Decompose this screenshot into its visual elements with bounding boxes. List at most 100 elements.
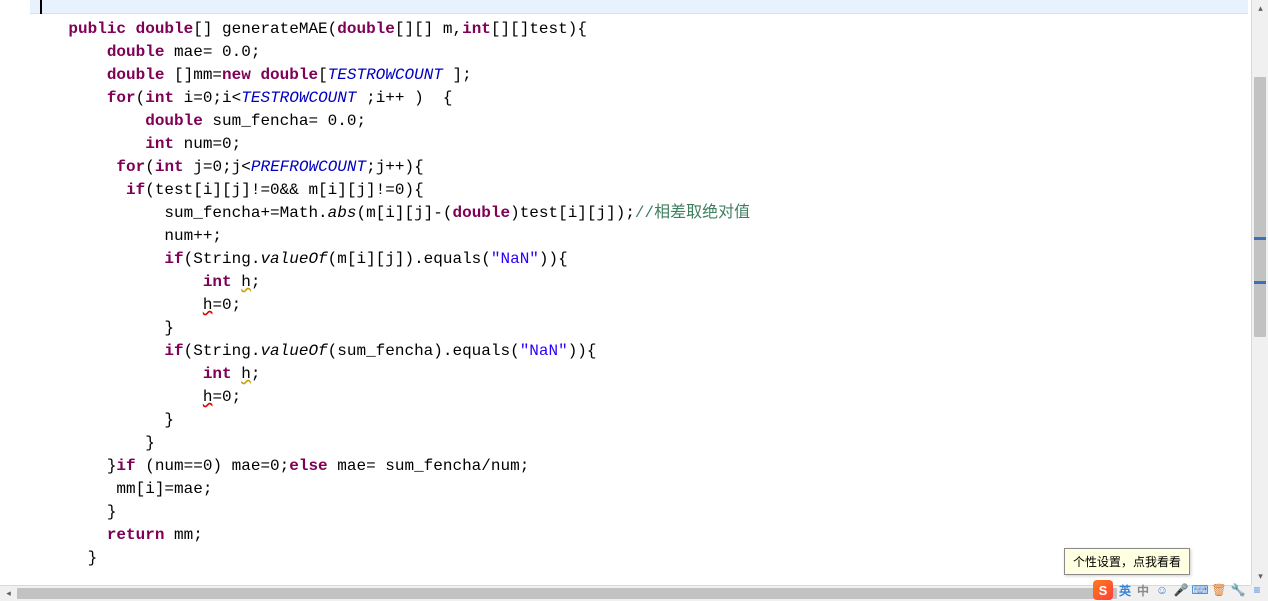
code-token: h <box>203 296 213 314</box>
scroll-up-button[interactable]: ▴ <box>1252 0 1268 17</box>
code-token: [][]test){ <box>491 20 587 38</box>
code-token <box>30 526 107 544</box>
code-token: (test[i][j]!=0&& m[i][j]!=0){ <box>145 181 423 199</box>
code-token: if <box>116 457 135 475</box>
code-token <box>30 66 107 84</box>
code-token: (String. <box>184 342 261 360</box>
code-token <box>30 342 164 360</box>
code-token: sum_fencha+=Math. <box>30 204 328 222</box>
code-token: int <box>462 20 491 38</box>
code-token: (m[i][j]-( <box>356 204 452 222</box>
code-token: )){ <box>539 250 568 268</box>
tool-icon[interactable]: 🔧 <box>1231 583 1245 597</box>
horizontal-scroll-thumb[interactable] <box>17 588 1117 599</box>
code-token: mae= sum_fencha/num; <box>328 457 530 475</box>
code-token <box>232 365 242 383</box>
ime-icon-group: ☺ 🎤 ⌨ 🗑 🔧 ≡ <box>1155 583 1264 597</box>
code-token <box>30 365 203 383</box>
code-token: double <box>107 43 165 61</box>
code-token: "NaN" <box>520 342 568 360</box>
code-token <box>30 158 116 176</box>
code-token: new <box>222 66 251 84</box>
vertical-scroll-thumb[interactable] <box>1254 77 1266 337</box>
code-area[interactable]: public double[] generateMAE(double[][] m… <box>30 0 1248 585</box>
ime-punctuation[interactable]: 中 <box>1137 582 1149 599</box>
code-content[interactable]: public double[] generateMAE(double[][] m… <box>30 18 750 585</box>
code-token: valueOf <box>260 250 327 268</box>
code-token: ;j++){ <box>366 158 424 176</box>
code-token: TESTROWCOUNT <box>328 66 443 84</box>
ime-tooltip[interactable]: 个性设置，点我看看 <box>1064 548 1190 575</box>
code-token: return <box>107 526 165 544</box>
vertical-scrollbar[interactable]: ▴ ▾ <box>1251 0 1268 585</box>
code-token: double <box>136 20 194 38</box>
code-token: num=0; <box>174 135 241 153</box>
code-token: } <box>30 549 97 567</box>
code-token: (num==0) mae=0; <box>136 457 290 475</box>
code-token: mm; <box>164 526 202 544</box>
code-token <box>30 181 126 199</box>
sogou-logo-icon[interactable]: S <box>1093 580 1113 600</box>
code-token: mae= 0.0; <box>164 43 260 61</box>
code-token <box>30 388 203 406</box>
code-token: int <box>155 158 184 176</box>
code-token <box>30 135 145 153</box>
code-token: int <box>203 273 232 291</box>
code-token <box>30 296 203 314</box>
code-token <box>30 89 107 107</box>
code-token: double <box>452 204 510 222</box>
smiley-icon[interactable]: ☺ <box>1155 583 1169 597</box>
code-token: sum_fencha= 0.0; <box>203 112 366 130</box>
code-token: j=0;j< <box>184 158 251 176</box>
code-token <box>232 273 242 291</box>
code-token: i=0;i< <box>174 89 241 107</box>
code-token: ]; <box>443 66 472 84</box>
code-token: (m[i][j]).equals( <box>328 250 491 268</box>
code-token <box>30 273 203 291</box>
code-token: =0; <box>212 388 241 406</box>
code-token: double <box>260 66 318 84</box>
keyboard-icon[interactable]: ⌨ <box>1193 583 1207 597</box>
mic-icon[interactable]: 🎤 <box>1174 583 1188 597</box>
code-token: []mm= <box>164 66 222 84</box>
code-token: int <box>145 89 174 107</box>
horizontal-scrollbar[interactable]: ◂ ▸ <box>0 585 1251 601</box>
trash-icon[interactable]: 🗑 <box>1212 583 1226 597</box>
overview-mark <box>1254 237 1266 240</box>
code-token <box>251 66 261 84</box>
ime-toolbar[interactable]: S 英 中 ☺ 🎤 ⌨ 🗑 🔧 ≡ <box>1089 579 1268 601</box>
scroll-left-button[interactable]: ◂ <box>0 586 17 601</box>
code-token: } <box>30 411 174 429</box>
code-token: [][] m, <box>395 20 462 38</box>
tooltip-text: 个性设置，点我看看 <box>1073 555 1181 569</box>
code-token: //相差取绝对值 <box>635 204 750 222</box>
code-token: double <box>107 66 165 84</box>
code-token: int <box>203 365 232 383</box>
text-cursor <box>40 0 42 14</box>
code-token: )test[i][j]); <box>510 204 635 222</box>
code-token: (String. <box>184 250 261 268</box>
code-token <box>126 20 136 38</box>
code-token <box>30 43 107 61</box>
code-token: valueOf <box>260 342 327 360</box>
caret-up-icon: ▴ <box>1258 4 1263 14</box>
horizontal-scroll-track[interactable] <box>17 586 1234 601</box>
code-editor: public double[] generateMAE(double[][] m… <box>0 0 1268 601</box>
code-token: } <box>30 457 116 475</box>
code-token: )){ <box>568 342 597 360</box>
code-token: ; <box>251 365 261 383</box>
overview-mark <box>1254 281 1266 284</box>
code-token <box>30 112 145 130</box>
code-token: PREFROWCOUNT <box>251 158 366 176</box>
code-token: h <box>241 273 251 291</box>
code-token: mm[i]=mae; <box>30 480 212 498</box>
vertical-scroll-track[interactable] <box>1252 17 1268 568</box>
menu-icon[interactable]: ≡ <box>1250 583 1264 597</box>
caret-left-icon: ◂ <box>6 589 11 599</box>
code-token: ; <box>251 273 261 291</box>
ime-language-toggle[interactable]: 英 <box>1119 582 1131 599</box>
code-token: else <box>289 457 327 475</box>
code-token: =0; <box>212 296 241 314</box>
code-token: [ <box>318 66 328 84</box>
code-token: } <box>30 434 155 452</box>
